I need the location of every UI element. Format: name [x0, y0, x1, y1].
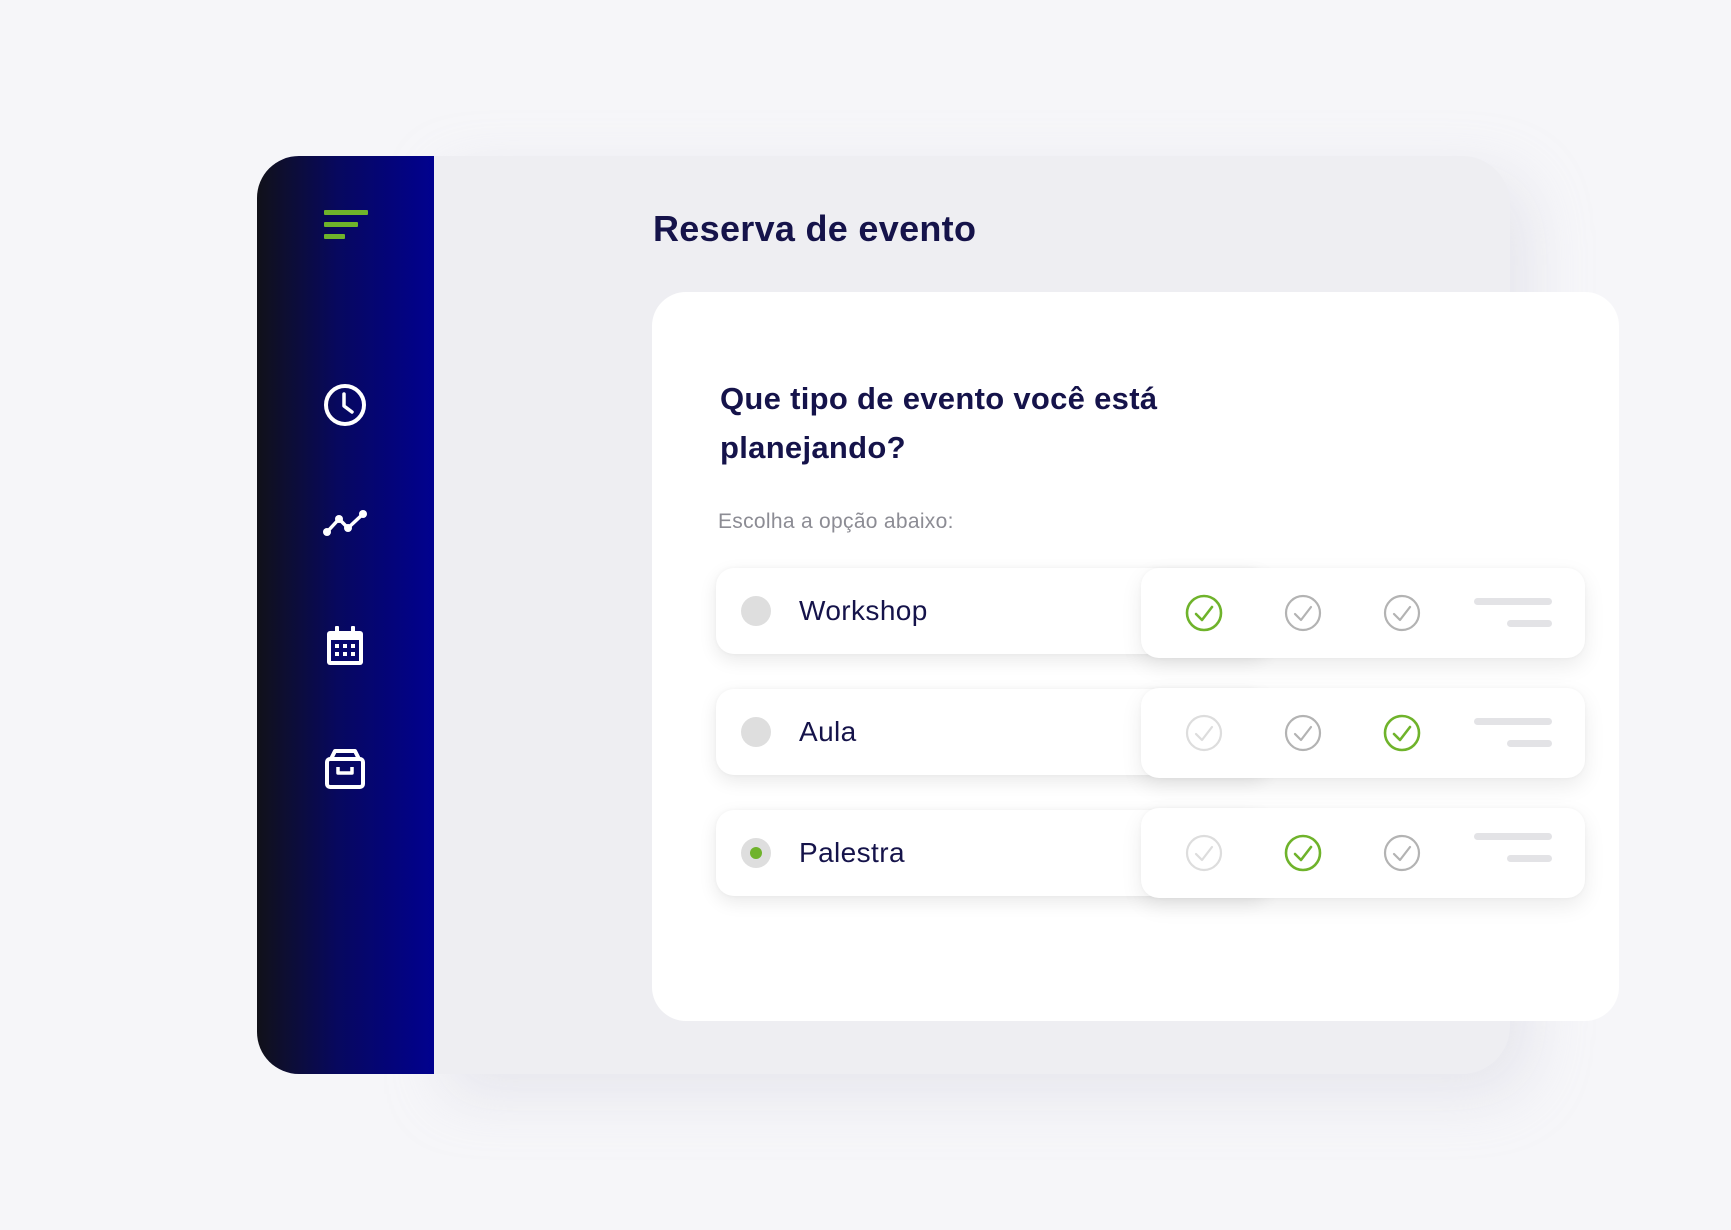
rating-row-workshop — [1141, 568, 1585, 658]
check-circle-icon[interactable] — [1382, 593, 1422, 633]
check-circle-icon[interactable] — [1283, 713, 1323, 753]
hint-text: Escolha a opção abaixo: — [718, 510, 954, 533]
placeholder-line — [1474, 598, 1552, 605]
option-label: Palestra — [799, 837, 905, 868]
check-circle-icon[interactable] — [1184, 593, 1224, 633]
check-circle-icon[interactable] — [1283, 593, 1323, 633]
sidebar — [257, 156, 434, 1074]
placeholder-line — [1507, 740, 1552, 747]
page-title: Reserva de evento — [653, 208, 977, 249]
radio-selected[interactable] — [741, 838, 771, 868]
trend-line-icon — [323, 510, 367, 536]
radio-unselected[interactable] — [741, 717, 771, 747]
placeholder-line — [1507, 620, 1552, 627]
archive-box-icon — [325, 749, 365, 789]
rating-row-aula — [1141, 688, 1585, 778]
check-circle-icon[interactable] — [1184, 833, 1224, 873]
radio-dot — [750, 847, 762, 859]
app-window: Reserva de evento Que tipo de evento voc… — [257, 156, 1619, 1074]
check-circle-icon[interactable] — [1283, 833, 1323, 873]
sidebar-item-archive[interactable] — [317, 741, 373, 797]
radio-unselected[interactable] — [741, 596, 771, 626]
menu-lines-logo[interactable] — [324, 210, 368, 244]
sidebar-item-analytics[interactable] — [317, 494, 373, 550]
option-label: Workshop — [799, 595, 928, 626]
option-label: Aula — [799, 716, 857, 747]
rating-row-palestra — [1141, 808, 1585, 898]
sidebar-item-calendar[interactable] — [317, 618, 373, 674]
calendar-icon — [327, 626, 363, 665]
sidebar-item-history[interactable] — [317, 377, 373, 433]
check-circle-icon[interactable] — [1382, 713, 1422, 753]
placeholder-line — [1507, 855, 1552, 862]
question-text: Que tipo de evento você está planejando? — [720, 381, 1158, 465]
check-circle-icon[interactable] — [1382, 833, 1422, 873]
placeholder-line — [1474, 833, 1552, 840]
check-circle-icon[interactable] — [1184, 713, 1224, 753]
placeholder-line — [1474, 718, 1552, 725]
clock-icon — [324, 384, 366, 426]
